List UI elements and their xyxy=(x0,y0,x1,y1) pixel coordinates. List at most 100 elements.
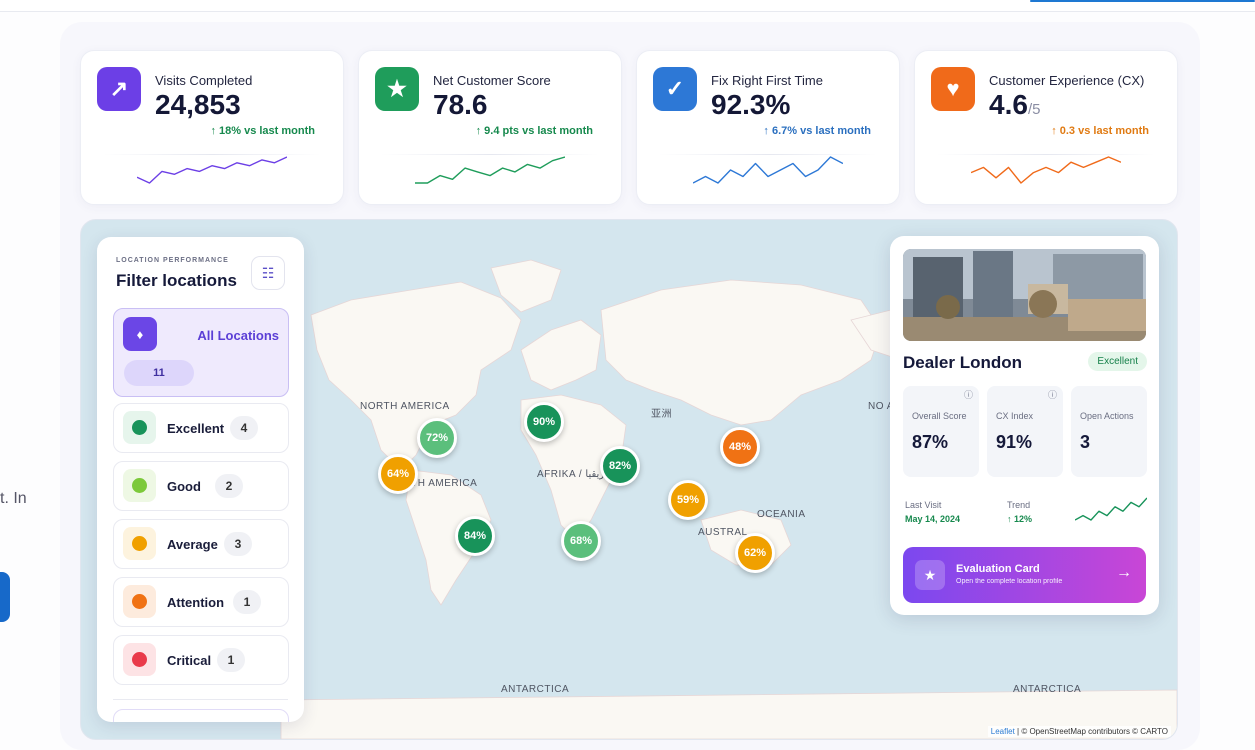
map-marker[interactable]: 90% xyxy=(524,402,564,442)
kpi-card[interactable]: ♥ Customer Experience (CX) 4.6/5 ↑ 0.3 vs l… xyxy=(914,50,1178,205)
detail-kpi-label: Overall Score xyxy=(912,411,967,421)
kpi-delta: ↑ 9.4 pts vs last month xyxy=(475,125,593,137)
partial-side-button[interactable] xyxy=(0,572,10,622)
filter-label: Average xyxy=(167,537,218,552)
arrow-up-right-icon: ↗ xyxy=(97,67,141,111)
top-bar xyxy=(0,0,1255,12)
filter-item-critical[interactable]: Critical 1 xyxy=(113,635,289,685)
detail-kpi-label: Open Actions xyxy=(1080,411,1134,421)
map-marker[interactable]: 84% xyxy=(455,516,495,556)
last-visit-value: May 14, 2024 xyxy=(905,514,961,524)
status-badge: Excellent xyxy=(1088,352,1147,371)
kpi-sparkline xyxy=(415,156,565,184)
filter-list-button[interactable]: ☷ xyxy=(251,256,285,290)
location-detail-card: Dealer London Excellent ⓘ Overall Score 87… xyxy=(890,236,1159,615)
trend-value: ↑ 12% xyxy=(1007,514,1033,524)
map-marker[interactable]: 68% xyxy=(561,521,601,561)
panel-next-item[interactable] xyxy=(113,709,289,722)
cta-title: Evaluation Card xyxy=(956,563,1040,575)
detail-kpi-label: CX Index xyxy=(996,411,1034,421)
all-locations-label: All Locations xyxy=(197,328,279,343)
filter-all-locations[interactable]: ♦ All Locations 11 xyxy=(113,308,289,397)
kpi-value: 4.6/5 xyxy=(989,89,1041,120)
detail-kpi-value: 87% xyxy=(912,432,949,452)
detail-kpi: ⓘ CX Index 91% xyxy=(987,386,1063,477)
kpi-delta: ↑ 18% vs last month xyxy=(210,125,315,137)
map-label: ANTARCTICA xyxy=(501,684,570,695)
status-dot xyxy=(123,643,156,676)
map-attribution: Leaflet | © OpenStreetMap contributors ©… xyxy=(987,726,1171,737)
filter-label: Excellent xyxy=(167,421,225,436)
star-icon: ★ xyxy=(375,67,419,111)
kpi-value: 24,853 xyxy=(155,89,241,120)
map-marker[interactable]: 72% xyxy=(417,418,457,458)
kpi-value: 78.6 xyxy=(433,89,488,120)
heart-icon: ♥ xyxy=(931,67,975,111)
filter-count: 1 xyxy=(233,590,261,614)
status-dot xyxy=(123,527,156,560)
kpi-sparkline xyxy=(693,156,843,184)
map-marker[interactable]: 59% xyxy=(668,480,708,520)
detail-kpi-value: 91% xyxy=(996,432,1033,452)
kpi-delta: ↑ 6.7% vs last month xyxy=(763,125,871,137)
kpi-label: Fix Right First Time xyxy=(711,73,823,88)
all-locations-count: 11 xyxy=(124,360,194,386)
kpi-sparkline xyxy=(971,156,1121,184)
kpi-card[interactable]: ★ Net Customer Score 78.6 ↑ 9.4 pts vs last… xyxy=(358,50,622,205)
map-marker[interactable]: 64% xyxy=(378,454,418,494)
location-name: Dealer London xyxy=(903,353,1023,372)
partial-side-text: t. In xyxy=(0,490,27,507)
kpi-card[interactable]: ↗ Visits Completed 24,853 ↑ 18% vs last mon… xyxy=(80,50,344,205)
detail-kpi-value: 3 xyxy=(1080,432,1091,452)
kpi-delta: ↑ 0.3 vs last month xyxy=(1051,125,1149,137)
trend-label: Trend xyxy=(1007,500,1031,510)
info-icon[interactable]: ⓘ xyxy=(1048,388,1057,401)
status-dot xyxy=(123,411,156,444)
land-europe xyxy=(520,319,602,391)
map-label: AUSTRAL xyxy=(698,527,748,538)
filter-count: 1 xyxy=(217,648,245,672)
kpi-sparkline xyxy=(137,156,287,184)
kpi-label: Visits Completed xyxy=(155,73,253,88)
filter-label: Attention xyxy=(167,595,225,610)
status-dot xyxy=(123,585,156,618)
map-marker[interactable]: 62% xyxy=(735,533,775,573)
map-label: ANTARCTICA xyxy=(1013,684,1082,695)
filter-label: Good xyxy=(167,479,201,494)
info-icon[interactable]: ⓘ xyxy=(964,388,973,401)
pin-icon: ♦ xyxy=(123,317,157,351)
filter-count: 2 xyxy=(215,474,243,498)
list-icon: ☷ xyxy=(261,264,275,281)
evaluation-card-button[interactable]: ★ Evaluation Card Open the complete loca… xyxy=(903,547,1146,603)
filter-item-good[interactable]: Good 2 xyxy=(113,461,289,511)
detail-kpi: Open Actions 3 xyxy=(1071,386,1147,477)
map-label: OCEANIA xyxy=(757,509,806,520)
detail-kpi: ⓘ Overall Score 87% xyxy=(903,386,979,477)
filter-label: Critical xyxy=(167,653,212,668)
kpi-label: Customer Experience (CX) xyxy=(989,73,1145,88)
panel-kicker: LOCATION PERFORMANCE xyxy=(116,257,229,264)
leaflet-link[interactable]: Leaflet xyxy=(991,727,1015,736)
filter-item-attention[interactable]: Attention 1 xyxy=(113,577,289,627)
map-label: NORTH AMERICA xyxy=(360,401,450,412)
kpi-value: 92.3% xyxy=(711,89,791,120)
top-accent-line xyxy=(1030,0,1255,2)
kpi-card[interactable]: ✓ Fix Right First Time 92.3% ↑ 6.7% vs last… xyxy=(636,50,900,205)
cta-subtitle: Open the complete location profile xyxy=(956,578,1063,585)
trend-sparkline xyxy=(1075,497,1147,521)
land-asia xyxy=(600,279,882,426)
status-dot xyxy=(123,469,156,502)
filter-panel: LOCATION PERFORMANCE Filter locations ☷ … xyxy=(97,237,304,722)
filter-item-excellent[interactable]: Excellent 4 xyxy=(113,403,289,453)
last-visit-label: Last Visit xyxy=(905,500,942,510)
panel-title: Filter locations xyxy=(116,271,237,290)
filter-item-average[interactable]: Average 3 xyxy=(113,519,289,569)
star-icon: ★ xyxy=(915,560,945,590)
filter-count: 4 xyxy=(230,416,258,440)
attribution-text: | © OpenStreetMap contributors © CARTO xyxy=(1014,727,1168,736)
land-north-america xyxy=(310,281,522,471)
map-marker[interactable]: 48% xyxy=(720,427,760,467)
map-marker[interactable]: 82% xyxy=(600,446,640,486)
filter-count: 3 xyxy=(224,532,252,556)
arrow-right-icon: → xyxy=(1116,564,1132,581)
